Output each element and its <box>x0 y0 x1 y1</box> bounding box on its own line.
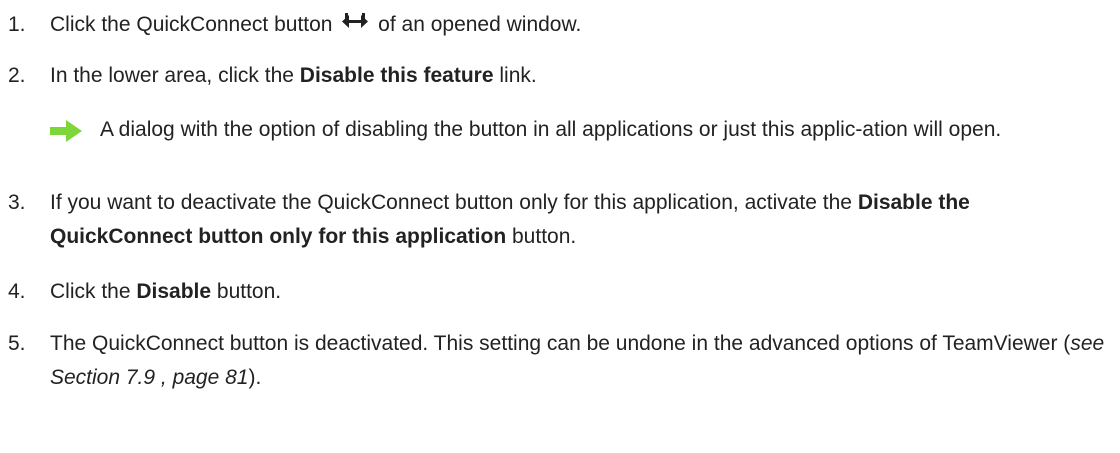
step-text: The QuickConnect button is deactivated. … <box>50 327 1116 395</box>
step-text-before: If you want to deactivate the QuickConne… <box>50 191 858 214</box>
disable-button-label: Disable <box>136 280 212 303</box>
green-arrow-right-icon <box>50 113 86 153</box>
step-text-after: of an opened window. <box>378 13 582 36</box>
document-page: 1. Click the QuickConnect button of an o… <box>0 0 1120 453</box>
step-4: 4. Click the Disable button. <box>8 275 1116 309</box>
step-number: 1. <box>8 13 26 36</box>
step-text: If you want to deactivate the QuickConne… <box>50 186 1116 254</box>
step-text-after: button. <box>211 280 282 303</box>
step-text-before: In the lower area, click the <box>50 64 300 87</box>
step-text-after: link. <box>493 64 537 87</box>
step-text-after: button. <box>506 225 577 248</box>
step-number: 4. <box>8 280 26 303</box>
step-text: In the lower area, click the Disable thi… <box>50 59 1116 93</box>
step-1: 1. Click the QuickConnect button of an o… <box>8 8 1116 42</box>
step-text-before: Click the QuickConnect button <box>50 13 333 36</box>
step-text-before: The QuickConnect button is deactivated. … <box>50 332 1071 355</box>
step-3: 3. If you want to deactivate the QuickCo… <box>8 186 1116 254</box>
result-text: A dialog with the option of disabling th… <box>100 118 1002 141</box>
step-result: A dialog with the option of disabling th… <box>50 113 1116 153</box>
step-text: Click the QuickConnect button of an open… <box>50 8 1116 42</box>
step-2: 2. In the lower area, click the Disable … <box>8 59 1116 93</box>
disable-this-feature-link: Disable this feature <box>299 64 494 87</box>
quickconnect-double-arrow-icon <box>342 13 369 28</box>
step-number: 3. <box>8 191 26 214</box>
step-number: 5. <box>8 332 26 355</box>
step-text-before: Click the <box>50 280 137 303</box>
step-text: Click the Disable button. <box>50 275 1116 309</box>
step-text-after: ). <box>248 366 262 389</box>
step-5: 5. The QuickConnect button is deactivate… <box>8 327 1116 395</box>
step-number: 2. <box>8 64 26 87</box>
